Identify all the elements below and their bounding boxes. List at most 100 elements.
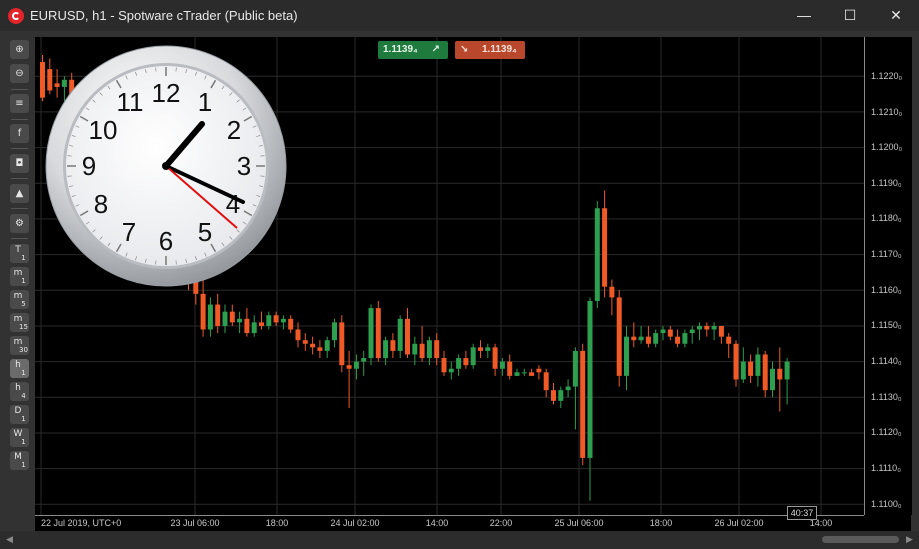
svg-text:6: 6	[159, 226, 173, 256]
candle-body	[521, 372, 527, 374]
timeframe-m15-button[interactable]: m 15	[10, 313, 29, 332]
svg-text:8: 8	[94, 189, 108, 219]
candle-body	[288, 318, 294, 330]
candle	[514, 368, 520, 376]
candle	[587, 297, 593, 501]
timeframe-h1-button[interactable]: h1	[10, 359, 29, 378]
timeframe-sub: 1	[21, 438, 26, 446]
timeframe-t1-button[interactable]: T1	[10, 244, 29, 263]
price-tick: 1.1160₀	[871, 285, 902, 295]
candle	[638, 325, 644, 344]
scroll-left-icon[interactable]: ◀	[6, 534, 13, 545]
scroll-right-icon[interactable]: ▶	[906, 534, 913, 545]
candle	[280, 315, 286, 330]
candle-body	[682, 333, 688, 344]
candle	[324, 336, 330, 359]
candle-body	[332, 322, 337, 341]
horizontal-scrollbar[interactable]: ◀ ▶	[0, 531, 919, 549]
facebook-icon[interactable]: f	[10, 124, 29, 143]
candle-body	[704, 325, 710, 330]
scrollbar-thumb[interactable]	[822, 536, 899, 543]
candle	[441, 350, 447, 376]
timeframe-mn1-button[interactable]: M1	[10, 451, 29, 470]
timeframe-sub: 15	[19, 323, 28, 331]
price-tick: 1.1140₀	[871, 356, 902, 366]
objects-icon[interactable]: ▲	[10, 184, 29, 203]
candle	[704, 322, 710, 337]
time-tick: 22 Jul 2019, UTC+0	[41, 518, 122, 528]
candle	[697, 322, 702, 341]
maximize-button[interactable]: ☐	[827, 0, 873, 31]
candle	[507, 354, 513, 380]
buy-quote-button[interactable]: ↘ 1.1139₄	[455, 41, 525, 59]
chart-settings-icon[interactable]: ⚙	[10, 214, 29, 233]
sell-quote-button[interactable]: 1.1139₄ ↗	[378, 41, 448, 59]
candle-body	[507, 361, 513, 376]
timeframe-d1-button[interactable]: D1	[10, 405, 29, 424]
candle	[434, 333, 440, 366]
candle	[748, 354, 754, 384]
timeframe-m5-button[interactable]: m5	[10, 290, 29, 309]
time-axis[interactable]: 22 Jul 2019, UTC+0 23 Jul 06:00 18:00 24…	[35, 515, 864, 532]
candle-body	[616, 297, 622, 376]
price-tick: 1.1120₀	[871, 427, 902, 437]
zoom-in-icon[interactable]: ⊕	[10, 40, 29, 59]
candle-body	[609, 286, 615, 298]
title-bar[interactable]: EURUSD, h1 - Spotware cTrader (Public be…	[0, 0, 919, 31]
candle-body	[470, 347, 476, 366]
candle-body	[543, 372, 549, 391]
candle	[711, 322, 717, 341]
timeframe-h4-button[interactable]: h4	[10, 382, 29, 401]
price-tick: 1.1180₀	[871, 213, 902, 223]
candle-body	[251, 322, 257, 334]
timeframe-m30-button[interactable]: m 30	[10, 336, 29, 355]
candle	[346, 350, 352, 408]
timeframe-w1-button[interactable]: W1	[10, 428, 29, 447]
candle	[543, 368, 549, 398]
candle-body	[689, 329, 695, 334]
candle-body	[244, 318, 250, 334]
close-button[interactable]: ✕	[873, 0, 919, 31]
arrow-up-right-icon: ↗	[431, 44, 440, 55]
candle	[616, 290, 622, 387]
svg-text:9: 9	[82, 151, 96, 181]
candle-body	[733, 343, 739, 380]
candle	[726, 333, 732, 359]
candle-body	[215, 304, 221, 326]
time-tick: 18:00	[649, 518, 673, 528]
candle	[485, 343, 491, 359]
timeframe-m1-button[interactable]: m1	[10, 267, 29, 286]
candle	[565, 379, 571, 398]
candle-body	[259, 322, 264, 326]
candle	[273, 311, 279, 326]
svg-text:7: 7	[122, 217, 136, 247]
candle-body	[200, 293, 206, 330]
candle-body	[441, 358, 447, 373]
candle-body	[580, 350, 586, 458]
price-axis[interactable]: 1.1220₀ 1.1210₀ 1.1200₀ 1.1190₀ 1.1180₀ …	[864, 37, 912, 515]
candle	[361, 350, 367, 376]
bar-countdown: 40:37	[787, 506, 817, 520]
time-tick: 24 Jul 02:00	[330, 518, 380, 528]
candle-body	[339, 322, 345, 366]
app-window: EURUSD, h1 - Spotware cTrader (Public be…	[0, 0, 919, 549]
candle-body	[273, 315, 279, 323]
candle-body	[645, 336, 651, 344]
candle-body	[368, 308, 374, 359]
price-tick: 1.1150₀	[871, 320, 902, 330]
candle-body	[237, 318, 243, 323]
candle-body	[631, 336, 637, 341]
candle	[288, 315, 294, 334]
candle-body	[565, 386, 571, 391]
robot-icon[interactable]: ◘	[10, 154, 29, 173]
candle-body	[718, 325, 724, 337]
candle	[551, 383, 556, 405]
zoom-out-icon[interactable]: ⊖	[10, 64, 29, 83]
minimize-button[interactable]: —	[781, 0, 827, 31]
timeframe-sub: 30	[19, 346, 28, 354]
svg-text:5: 5	[198, 217, 212, 247]
candle	[215, 293, 221, 334]
candle	[200, 279, 206, 337]
candle-body	[405, 318, 410, 355]
chart-type-icon[interactable]: ≡	[10, 94, 29, 113]
